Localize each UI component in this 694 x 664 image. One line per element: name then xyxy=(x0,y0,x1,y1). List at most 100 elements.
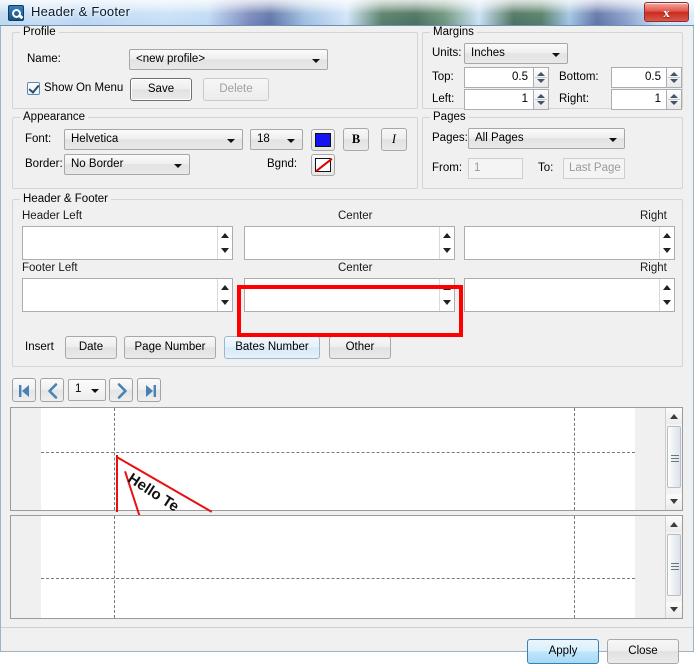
footer-center-input[interactable] xyxy=(244,278,455,312)
insert-label: Insert xyxy=(25,341,54,353)
page-number-value: 1 xyxy=(75,383,82,395)
footer-separator xyxy=(1,627,693,628)
left-margin-input[interactable]: 1 xyxy=(464,89,534,110)
margin-guide-right xyxy=(574,408,575,510)
insert-other-button[interactable]: Other xyxy=(329,336,391,359)
from-page-value: 1 xyxy=(474,162,481,174)
bgnd-color-button[interactable] xyxy=(311,154,335,176)
scroll-thumb[interactable] xyxy=(667,534,681,596)
header-left-label: Header Left xyxy=(22,210,83,222)
margin-guide-left xyxy=(114,408,115,510)
units-combo[interactable]: Inches xyxy=(464,43,568,64)
border-combo[interactable]: No Border xyxy=(64,154,190,175)
chevron-down-icon xyxy=(287,139,295,143)
stepper-up-icon xyxy=(443,233,451,238)
top-margin-label: Top: xyxy=(432,71,454,83)
page-number-combo[interactable]: 1 xyxy=(68,379,106,401)
scroll-up-button[interactable] xyxy=(666,516,682,532)
footer-right-label: Right xyxy=(640,262,667,274)
top-margin-input[interactable]: 0.5 xyxy=(464,67,534,88)
annotation-line-vertical xyxy=(116,455,118,512)
stepper-down-icon xyxy=(663,300,671,305)
preview-page-bottom[interactable] xyxy=(10,515,683,619)
margins-legend: Margins xyxy=(430,26,477,38)
show-on-menu-checkbox[interactable] xyxy=(27,82,40,95)
preview-bottom-scrollbar[interactable] xyxy=(665,516,682,618)
footer-left-stepper[interactable] xyxy=(217,279,232,311)
header-left-stepper[interactable] xyxy=(217,227,232,259)
first-page-button[interactable] xyxy=(12,378,36,402)
margin-guide-bottom xyxy=(41,578,635,579)
stepper-up-icon xyxy=(221,285,229,290)
right-margin-input[interactable]: 1 xyxy=(611,89,667,110)
stepper-up-icon xyxy=(443,285,451,290)
header-footer-dialog: Header & Footer x Profile Name: <new pro… xyxy=(0,0,694,664)
to-page-value: Last Page xyxy=(569,162,621,174)
triangle-up-icon xyxy=(670,522,678,527)
insert-page-number-button[interactable]: Page Number xyxy=(124,336,216,359)
header-left-input[interactable] xyxy=(22,226,233,260)
header-right-label: Right xyxy=(640,210,667,222)
bottom-margin-input[interactable]: 0.5 xyxy=(611,67,667,88)
stepper-up-icon xyxy=(221,233,229,238)
bottom-margin-stepper[interactable] xyxy=(667,67,682,88)
top-margin-stepper[interactable] xyxy=(534,67,549,88)
stepper-down-icon xyxy=(537,79,545,83)
profile-name-combo[interactable]: <new profile> xyxy=(129,49,328,70)
left-margin-stepper[interactable] xyxy=(534,89,549,110)
chevron-left-icon xyxy=(48,383,58,399)
bold-button[interactable]: B xyxy=(343,128,369,151)
to-page-input: Last Page xyxy=(563,158,625,179)
scroll-down-button[interactable] xyxy=(666,602,682,618)
stepper-up-icon xyxy=(663,233,671,238)
close-window-button[interactable]: x xyxy=(644,2,689,22)
pages-legend: Pages xyxy=(430,111,469,123)
triangle-down-icon xyxy=(670,499,678,504)
footer-right-input[interactable] xyxy=(464,278,675,312)
header-footer-group: Header & Footer Header Left Center Right xyxy=(12,193,683,367)
chevron-down-icon xyxy=(312,59,320,63)
chevron-down-icon xyxy=(91,389,99,393)
preview-paper-top: Hello Te xyxy=(41,408,635,526)
header-center-input[interactable] xyxy=(244,226,455,260)
next-page-button[interactable] xyxy=(109,378,133,402)
pages-combo[interactable]: All Pages xyxy=(468,128,625,149)
window-title: Header & Footer xyxy=(31,4,131,19)
chevron-down-icon xyxy=(174,164,182,168)
font-combo[interactable]: Helvetica xyxy=(64,129,243,150)
footer-right-stepper[interactable] xyxy=(659,279,674,311)
header-right-stepper[interactable] xyxy=(659,227,674,259)
footer-left-input[interactable] xyxy=(22,278,233,312)
right-margin-stepper[interactable] xyxy=(667,89,682,110)
insert-bates-number-button[interactable]: Bates Number xyxy=(224,336,320,359)
scroll-down-button[interactable] xyxy=(666,494,682,510)
preview-paper-bottom xyxy=(41,516,635,618)
insert-date-button[interactable]: Date xyxy=(65,336,117,359)
header-center-stepper[interactable] xyxy=(439,227,454,259)
header-center-label: Center xyxy=(338,210,373,222)
scroll-up-button[interactable] xyxy=(666,408,682,424)
font-size-combo[interactable]: 18 xyxy=(250,129,303,150)
stepper-down-icon xyxy=(670,101,678,105)
scroll-thumb[interactable] xyxy=(667,426,681,488)
profile-legend: Profile xyxy=(20,26,59,38)
stepper-down-icon xyxy=(670,79,678,83)
previous-page-button[interactable] xyxy=(40,378,64,402)
header-right-input[interactable] xyxy=(464,226,675,260)
appearance-legend: Appearance xyxy=(20,111,89,123)
delete-profile-button: Delete xyxy=(203,78,269,101)
left-margin-label: Left: xyxy=(432,93,455,105)
triangle-up-icon xyxy=(670,414,678,419)
preview-page-top[interactable]: Hello Te xyxy=(10,407,683,526)
units-value: Inches xyxy=(471,47,505,59)
footer-center-stepper[interactable] xyxy=(439,279,454,311)
preview-top-scrollbar[interactable] xyxy=(665,408,682,510)
font-color-button[interactable] xyxy=(311,129,335,151)
bgnd-label: Bgnd: xyxy=(267,158,298,170)
save-profile-button[interactable]: Save xyxy=(130,78,192,101)
last-page-button[interactable] xyxy=(137,378,161,402)
border-label: Border: xyxy=(25,158,63,170)
italic-button[interactable]: I xyxy=(381,128,407,151)
profile-name-label: Name: xyxy=(27,53,61,65)
stepper-up-icon xyxy=(663,285,671,290)
